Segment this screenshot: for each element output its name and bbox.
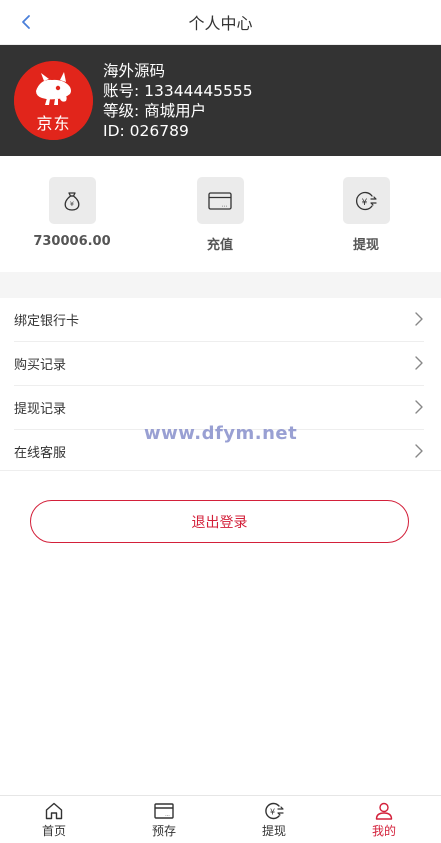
tab-label: 首页: [41, 824, 66, 838]
menu-item-label: 绑定银行卡: [14, 314, 80, 329]
money-bag-icon: ¥: [64, 191, 80, 211]
profile-id: ID: 026789: [103, 122, 189, 140]
balance-item[interactable]: ¥ 730006.00: [22, 177, 122, 249]
balance-label: 730006.00: [33, 234, 111, 249]
tab-deposit[interactable]: ... 预存: [124, 801, 204, 839]
menu-list: 绑定银行卡 购买记录 提现记录 在线客服: [0, 298, 441, 473]
section-divider: [0, 272, 441, 298]
recharge-item[interactable]: ... 充值: [170, 177, 270, 253]
withdraw-label: 提现: [352, 238, 379, 253]
home-icon: [45, 802, 63, 820]
profile-account: 账号: 13344445555: [103, 82, 253, 100]
wallet-icon: ...: [154, 803, 174, 819]
chevron-left-icon: [22, 15, 30, 29]
menu-item-bind-bank-card[interactable]: 绑定银行卡: [14, 298, 424, 342]
menu-item-label: 在线客服: [14, 446, 67, 461]
svg-text:¥: ¥: [362, 198, 368, 208]
tab-label: 预存: [151, 824, 176, 838]
tab-label: 提现: [261, 824, 286, 838]
withdraw-item[interactable]: ¥ 提现: [316, 177, 416, 253]
chevron-right-icon: [415, 356, 423, 370]
recharge-label: 充值: [206, 238, 233, 253]
chevron-right-icon: [415, 312, 423, 326]
balance-icon-box: ¥: [48, 177, 96, 224]
withdraw-icon-box: ¥: [342, 177, 390, 224]
svg-text:...: ...: [222, 201, 228, 208]
quick-actions: ¥ 730006.00 ... 充值 ¥ 提现: [0, 156, 441, 272]
yuan-exchange-icon: ¥: [355, 191, 377, 210]
user-icon: [375, 802, 393, 820]
recharge-icon-box: ...: [196, 177, 244, 224]
profile-info: 海外源码 账号: 13344445555 等级: 商城用户 ID: 026789: [103, 61, 253, 141]
tab-label: 我的: [371, 824, 396, 838]
menu-divider: [0, 470, 441, 471]
profile-banner: 京东 海外源码 账号: 13344445555 等级: 商城用户 ID: 026…: [0, 45, 441, 156]
logout-button[interactable]: 退出登录: [30, 500, 409, 543]
svg-text:¥: ¥: [70, 200, 74, 208]
watermark-text: www.dfym.net: [144, 423, 298, 444]
svg-text:¥: ¥: [270, 808, 275, 817]
profile-name: 海外源码: [103, 62, 166, 80]
top-bar: 个人中心: [0, 0, 441, 45]
menu-item-label: 购买记录: [14, 358, 67, 373]
menu-item-purchase-records[interactable]: 购买记录: [14, 342, 424, 386]
wallet-icon: ...: [208, 191, 232, 210]
tab-withdraw[interactable]: ¥ 提现: [234, 801, 314, 839]
yuan-exchange-icon: ¥: [265, 802, 284, 820]
chevron-right-icon: [415, 444, 423, 458]
avatar[interactable]: 京东: [14, 61, 93, 140]
tab-home[interactable]: 首页: [14, 801, 94, 839]
back-button[interactable]: [10, 6, 42, 38]
tab-mine[interactable]: 我的: [344, 801, 424, 839]
page-title: 个人中心: [188, 14, 253, 33]
bottom-tab-bar: 首页 ... 预存 ¥ 提现 我的: [0, 795, 441, 843]
svg-text:...: ...: [165, 812, 170, 818]
chevron-right-icon: [415, 400, 423, 414]
menu-item-label: 提现记录: [14, 402, 67, 417]
avatar-logo-text: 京东: [36, 114, 71, 133]
profile-level: 等级: 商城用户: [103, 102, 207, 120]
